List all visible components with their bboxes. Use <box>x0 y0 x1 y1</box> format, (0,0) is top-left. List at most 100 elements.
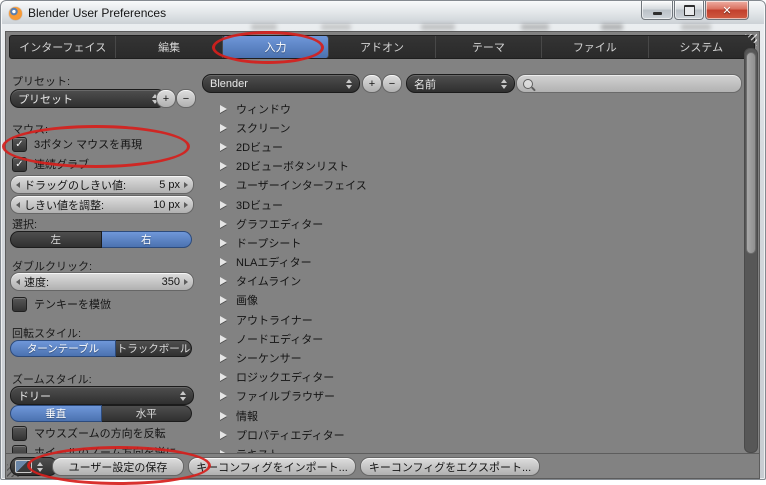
orbit-turntable-option[interactable]: ターンテーブル <box>10 340 116 357</box>
keymap-category-row[interactable]: NLAエディター <box>202 253 722 272</box>
keymap-category-row[interactable]: アウトライナー <box>202 310 722 329</box>
keyconfig-add-button[interactable]: + <box>362 74 382 93</box>
keymap-category-row[interactable]: プロパティエディター <box>202 425 722 444</box>
close-button[interactable]: ✕ <box>705 1 749 20</box>
emulate-3-button-mouse-row[interactable]: ✓ 3ボタン マウスを再現 <box>12 136 142 152</box>
blender-logo-icon <box>9 7 22 20</box>
import-key-config-button[interactable]: キーコンフィグをインポート... <box>188 457 356 476</box>
keymap-category-row[interactable]: スクリーン <box>202 118 722 137</box>
checkbox-checked-icon[interactable]: ✓ <box>12 137 27 152</box>
zoom-vertical-option[interactable]: 垂直 <box>10 405 102 422</box>
expand-triangle-icon[interactable] <box>220 335 227 343</box>
double-click-speed-field[interactable]: 速度: 350 <box>10 272 194 291</box>
keymap-category-row[interactable]: ノードエディター <box>202 329 722 348</box>
expand-triangle-icon[interactable] <box>220 354 227 362</box>
zoom-horizontal-option[interactable]: 水平 <box>102 405 193 422</box>
tab-editing[interactable]: 編集 <box>116 36 222 58</box>
keymap-category-label: ノードエディター <box>236 331 323 347</box>
keymap-category-row[interactable]: シーケンサー <box>202 348 722 367</box>
keymap-category-row[interactable]: タイムライン <box>202 272 722 291</box>
expand-triangle-icon[interactable] <box>220 373 227 381</box>
keyconfig-dropdown[interactable]: Blender <box>202 74 360 93</box>
scrollbar-thumb[interactable] <box>746 52 756 254</box>
keymap-category-label: タイムライン <box>236 273 301 289</box>
expand-triangle-icon[interactable] <box>220 220 227 228</box>
interaction-preset-widget[interactable] <box>10 457 58 476</box>
export-key-config-button[interactable]: キーコンフィグをエクスポート... <box>360 457 540 476</box>
continuous-grab-label: 連続グラブ <box>34 156 89 172</box>
expand-triangle-icon[interactable] <box>220 258 227 266</box>
expand-triangle-icon[interactable] <box>220 181 227 189</box>
expand-triangle-icon[interactable] <box>220 201 227 209</box>
emulate-numpad-row[interactable]: テンキーを模倣 <box>12 296 111 312</box>
expand-triangle-icon[interactable] <box>220 296 227 304</box>
filter-type-dropdown[interactable]: 名前 <box>406 74 515 93</box>
expand-triangle-icon[interactable] <box>220 239 227 247</box>
decrement-arrow-icon[interactable] <box>16 202 20 208</box>
keymap-category-row[interactable]: 情報 <box>202 406 722 425</box>
keymap-category-row[interactable]: ユーザーインターフェイス <box>202 176 722 195</box>
invert-mouse-zoom-row[interactable]: マウスズームの方向を反転 <box>12 425 166 441</box>
speed-label: 速度: <box>24 274 49 290</box>
checkbox-unchecked-icon[interactable] <box>12 426 27 441</box>
decrement-arrow-icon[interactable] <box>16 279 20 285</box>
keymap-search-field[interactable] <box>516 74 742 93</box>
keymap-category-row[interactable]: 2Dビュー <box>202 137 722 156</box>
decrement-arrow-icon[interactable] <box>16 182 20 188</box>
keymap-category-row[interactable]: ロジックエディター <box>202 368 722 387</box>
keymap-category-label: ロジックエディター <box>236 369 334 385</box>
tweak-threshold-field[interactable]: しきい値を調整: 10 px <box>10 195 194 214</box>
keymap-category-row[interactable]: グラフエディター <box>202 214 722 233</box>
keymap-category-row[interactable]: ウィンドウ <box>202 99 722 118</box>
expand-triangle-icon[interactable] <box>220 124 227 132</box>
expand-triangle-icon[interactable] <box>220 431 227 439</box>
expand-triangle-icon[interactable] <box>220 162 227 170</box>
drag-threshold-label: ドラッグのしきい値: <box>24 177 126 193</box>
preset-remove-button[interactable]: − <box>176 89 196 108</box>
keymap-category-row[interactable]: 画像 <box>202 291 722 310</box>
footer-bar: ユーザー設定の保存 キーコンフィグをインポート... キーコンフィグをエクスポー… <box>6 453 759 478</box>
keymap-category-row[interactable]: ドープシート <box>202 233 722 252</box>
select-right-option[interactable]: 右 <box>102 231 193 248</box>
expand-triangle-icon[interactable] <box>220 392 227 400</box>
continuous-grab-row[interactable]: ✓ 連続グラブ <box>12 156 89 172</box>
invert-mouse-zoom-label: マウスズームの方向を反転 <box>34 425 166 441</box>
drag-threshold-field[interactable]: ドラッグのしきい値: 5 px <box>10 175 194 194</box>
increment-arrow-icon[interactable] <box>184 202 188 208</box>
tab-interface[interactable]: インターフェイス <box>10 36 116 58</box>
checkbox-checked-icon[interactable]: ✓ <box>12 157 27 172</box>
tab-input[interactable]: 入力 <box>223 36 329 58</box>
expand-triangle-icon[interactable] <box>220 105 227 113</box>
keymap-category-row[interactable]: ファイルブラウザー <box>202 387 722 406</box>
increment-arrow-icon[interactable] <box>184 279 188 285</box>
keymap-category-label: アウトライナー <box>236 312 313 328</box>
zoom-style-label: ズームスタイル: <box>12 371 92 387</box>
expand-triangle-icon[interactable] <box>220 412 227 420</box>
increment-arrow-icon[interactable] <box>184 182 188 188</box>
minimize-button[interactable] <box>641 1 673 20</box>
zoom-style-dropdown[interactable]: ドリー <box>10 386 194 405</box>
expand-triangle-icon[interactable] <box>220 277 227 285</box>
select-left-option[interactable]: 左 <box>10 231 102 248</box>
expand-triangle-icon[interactable] <box>220 143 227 151</box>
tab-themes[interactable]: テーマ <box>436 36 542 58</box>
window-title: Blender User Preferences <box>28 6 166 20</box>
maximize-button[interactable] <box>674 1 704 20</box>
search-input[interactable] <box>538 77 735 91</box>
glass-reflection <box>601 24 623 30</box>
tab-file[interactable]: ファイル <box>542 36 648 58</box>
keyconfig-remove-button[interactable]: − <box>382 74 402 93</box>
keymap-category-row[interactable]: 2Dビューボタンリスト <box>202 157 722 176</box>
expand-triangle-icon[interactable] <box>220 316 227 324</box>
preset-dropdown[interactable]: プリセット <box>10 89 166 108</box>
tab-addons[interactable]: アドオン <box>329 36 435 58</box>
orbit-trackball-option[interactable]: トラックボール <box>116 340 192 357</box>
checkbox-unchecked-icon[interactable] <box>12 297 27 312</box>
keymap-scrollbar[interactable] <box>744 48 758 453</box>
tab-system[interactable]: システム <box>649 36 754 58</box>
keymap-category-row[interactable]: 3Dビュー <box>202 195 722 214</box>
preset-add-button[interactable]: + <box>156 89 176 108</box>
orbit-style-toggle: ターンテーブル トラックボール <box>10 340 192 357</box>
save-user-settings-button[interactable]: ユーザー設定の保存 <box>52 457 184 476</box>
tweak-threshold-label: しきい値を調整: <box>24 197 104 213</box>
